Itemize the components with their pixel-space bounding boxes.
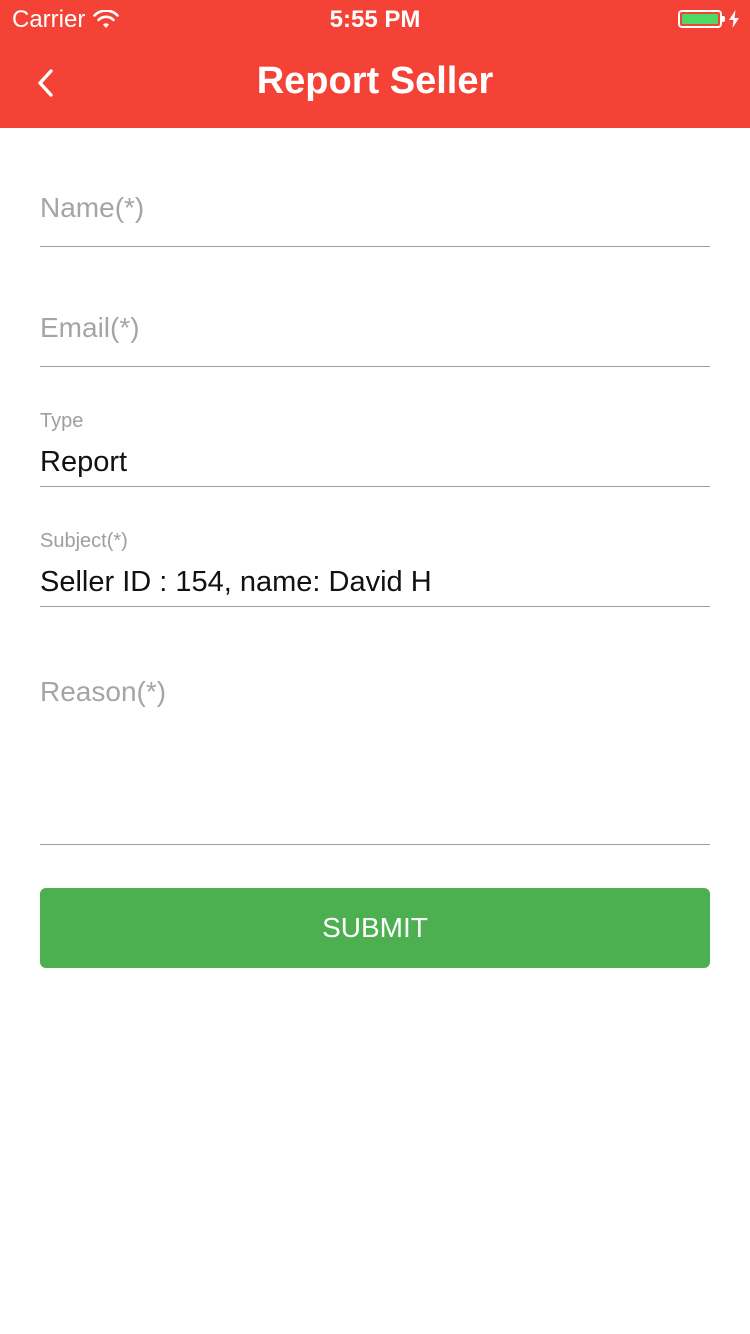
- subject-value: Seller ID : 154, name: David H: [40, 566, 432, 598]
- status-bar: Carrier 5:55 PM: [0, 0, 750, 40]
- navigation-bar: Report Seller: [0, 40, 750, 128]
- type-value: Report: [40, 446, 128, 478]
- reason-field[interactable]: Reason(*): [40, 664, 710, 845]
- page-title: Report Seller: [256, 60, 494, 102]
- report-seller-screen: Carrier 5:55 PM Report Seller Name(*) Em…: [0, 0, 750, 1334]
- status-time: 5:55 PM: [329, 6, 421, 33]
- name-field[interactable]: Name(*): [40, 180, 710, 247]
- name-placeholder: Name(*): [40, 192, 145, 223]
- reason-placeholder: Reason(*): [40, 676, 167, 707]
- app-bar: Carrier 5:55 PM Report Seller: [0, 0, 750, 128]
- subject-label: Subject(*): [40, 530, 128, 552]
- charging-bolt-icon: [729, 10, 739, 28]
- type-label: Type: [40, 410, 84, 432]
- email-placeholder: Email(*): [40, 312, 140, 343]
- type-field[interactable]: Type Report: [40, 406, 710, 487]
- battery-icon: [678, 10, 725, 28]
- email-field[interactable]: Email(*): [40, 300, 710, 367]
- battery-nub: [722, 16, 725, 22]
- subject-field[interactable]: Subject(*) Seller ID : 154, name: David …: [40, 526, 710, 607]
- submit-button[interactable]: SUBMIT: [40, 888, 710, 968]
- battery-indicator: [678, 10, 740, 28]
- battery-level-fill: [682, 14, 718, 24]
